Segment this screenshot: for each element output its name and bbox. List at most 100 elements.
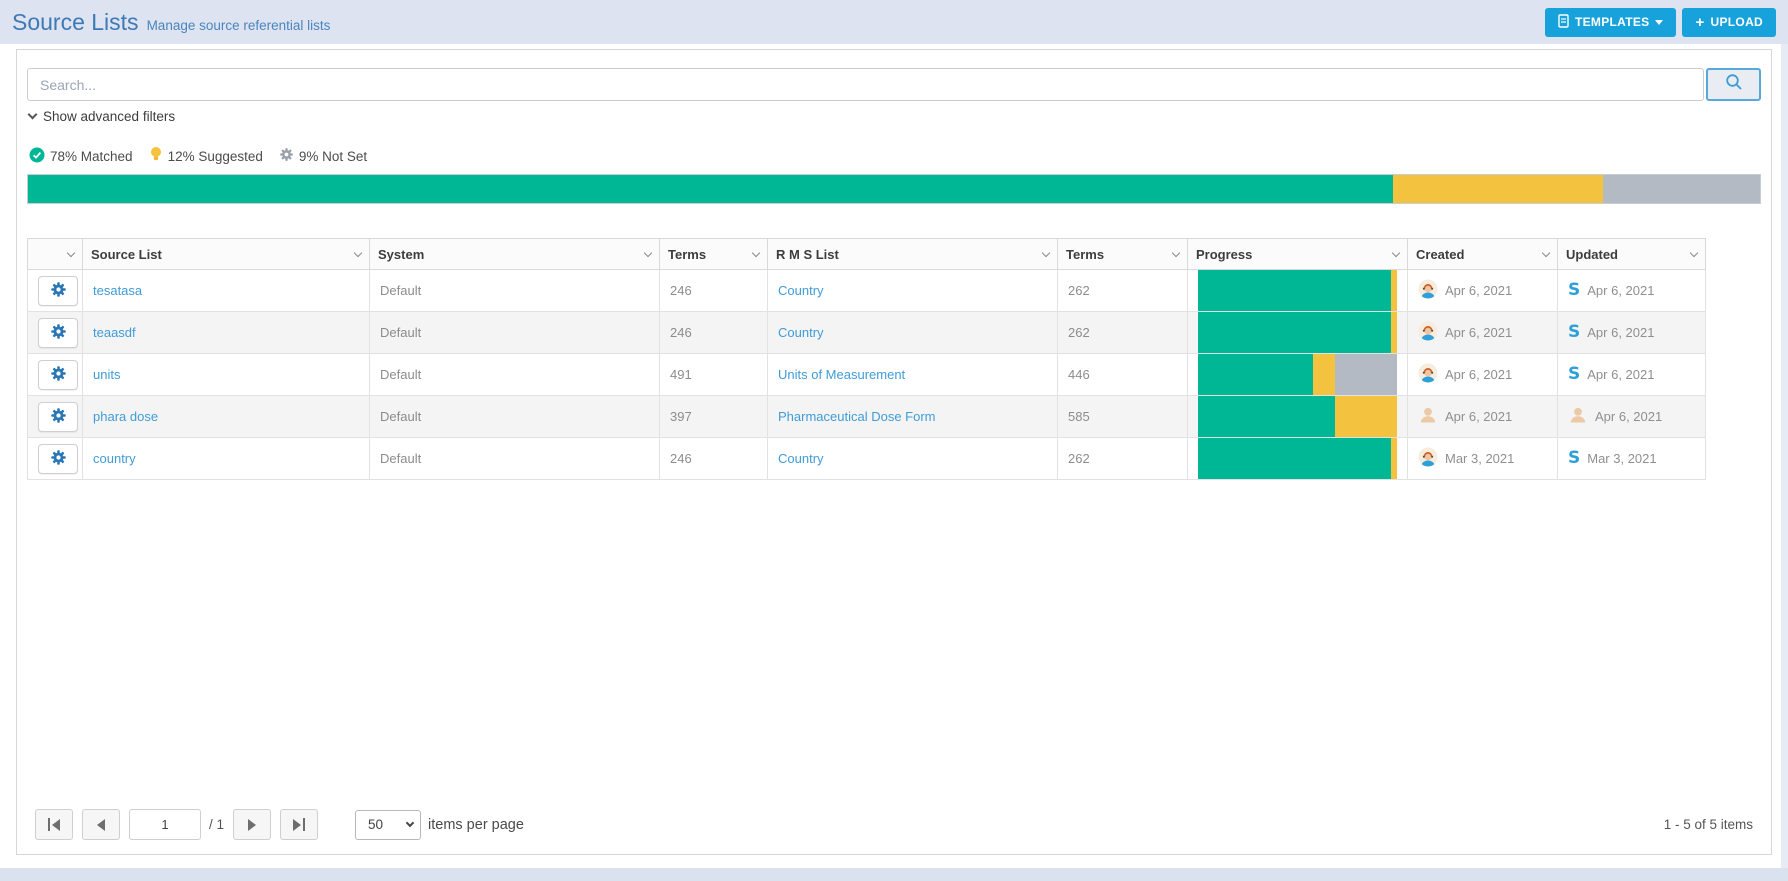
column-header-created: Created xyxy=(1408,239,1558,270)
rms-list-link[interactable]: Units of Measurement xyxy=(778,367,905,382)
updated-cell: SApr 6, 2021 xyxy=(1558,354,1706,396)
created-cell: Apr 6, 2021 xyxy=(1408,396,1558,438)
rms-terms-cell: 262 xyxy=(1058,312,1188,354)
progress-cell xyxy=(1188,396,1408,438)
advanced-filters-toggle[interactable]: Show advanced filters xyxy=(29,109,175,124)
search-input[interactable] xyxy=(27,68,1704,101)
column-menu-chevron-icon[interactable] xyxy=(1690,248,1698,256)
previous-page-icon xyxy=(97,819,105,831)
rms-terms-cell: 446 xyxy=(1058,354,1188,396)
system-cell: Default xyxy=(370,396,660,438)
column-header-label: Created xyxy=(1416,247,1464,262)
column-menu-chevron-icon[interactable] xyxy=(354,248,362,256)
source-lists-panel: Show advanced filters 78% Matched 12% Su… xyxy=(16,49,1772,855)
updated-cell: SApr 6, 2021 xyxy=(1558,312,1706,354)
rms-terms-cell: 585 xyxy=(1058,396,1188,438)
column-header-terms: Terms xyxy=(1058,239,1188,270)
row-settings-button[interactable] xyxy=(38,444,78,474)
rms-list-link[interactable]: Country xyxy=(778,325,824,340)
table-row: teaasdf Default246 Country 262 Apr 6, 2021 SA… xyxy=(28,312,1706,354)
row-settings-button[interactable] xyxy=(38,402,78,432)
templates-button-label: TEMPLATES xyxy=(1575,15,1649,29)
progress-segment-suggested xyxy=(1391,312,1397,353)
column-menu-chevron-icon[interactable] xyxy=(1172,248,1180,256)
column-menu-chevron-icon[interactable] xyxy=(644,248,652,256)
last-page-button[interactable] xyxy=(280,809,318,840)
gear-icon xyxy=(50,323,67,343)
column-header-system: System xyxy=(370,239,660,270)
source-list-link[interactable]: teaasdf xyxy=(93,325,136,340)
stat-notset: 9% Not Set xyxy=(279,147,367,165)
upload-button-label: UPLOAD xyxy=(1711,15,1763,29)
created-date: Apr 6, 2021 xyxy=(1445,325,1512,340)
column-menu-chevron-icon[interactable] xyxy=(1542,248,1550,256)
sync-icon: S xyxy=(1568,450,1580,467)
system-cell: Default xyxy=(370,438,660,480)
table-row: tesatasaDefault246Country262Apr 6, 2021S… xyxy=(28,270,1706,312)
upload-button[interactable]: + UPLOAD xyxy=(1682,8,1776,37)
sync-icon: S xyxy=(1568,324,1580,341)
source-list-link[interactable]: phara dose xyxy=(93,409,158,424)
column-menu-chevron-icon[interactable] xyxy=(752,248,760,256)
created-date: Apr 6, 2021 xyxy=(1445,283,1512,298)
next-page-icon xyxy=(248,819,256,831)
updated-date: Apr 6, 2021 xyxy=(1595,409,1662,424)
check-circle-icon xyxy=(29,147,45,166)
created-cell: Apr 6, 2021 xyxy=(1408,354,1558,396)
table-row: unitsDefault491Units of Measurement446Ap… xyxy=(28,354,1706,396)
gear-icon xyxy=(50,365,67,385)
last-page-icon xyxy=(303,818,305,831)
document-icon xyxy=(1558,14,1569,31)
search-bar xyxy=(27,68,1761,101)
row-settings-button[interactable] xyxy=(38,276,78,306)
plus-icon: + xyxy=(1695,15,1704,30)
page-number-input[interactable] xyxy=(129,809,201,840)
gear-icon xyxy=(50,407,67,427)
chevron-down-icon xyxy=(1655,20,1663,25)
user-silhouette-icon xyxy=(1418,405,1438,428)
source-list-link[interactable]: tesatasa xyxy=(93,283,142,298)
sync-icon: S xyxy=(1568,282,1580,299)
table-row: phara doseDefault397Pharmaceutical Dose … xyxy=(28,396,1706,438)
created-date: Mar 3, 2021 xyxy=(1445,451,1514,466)
next-page-button[interactable] xyxy=(233,809,271,840)
column-header-progress: Progress xyxy=(1188,239,1408,270)
gear-icon xyxy=(279,147,294,165)
row-settings-button[interactable] xyxy=(38,360,78,390)
column-menu-chevron-icon[interactable] xyxy=(67,248,75,256)
scrollbar-track[interactable] xyxy=(1781,44,1788,881)
source-list-link[interactable]: units xyxy=(93,367,120,382)
templates-button[interactable]: TEMPLATES xyxy=(1545,8,1676,37)
system-cell: Default xyxy=(370,354,660,396)
column-menu-chevron-icon[interactable] xyxy=(1042,248,1050,256)
column-menu-chevron-icon[interactable] xyxy=(1392,248,1400,256)
search-button[interactable] xyxy=(1706,68,1761,101)
created-cell: Apr 6, 2021 xyxy=(1408,270,1558,312)
page-total-label: / 1 xyxy=(209,817,224,832)
updated-date: Apr 6, 2021 xyxy=(1587,367,1654,382)
updated-cell: SMar 3, 2021 xyxy=(1558,438,1706,480)
items-range-label: 1 - 5 of 5 items xyxy=(1664,817,1753,832)
row-settings-button[interactable] xyxy=(38,318,78,348)
rms-list-link[interactable]: Country xyxy=(778,451,824,466)
previous-page-button[interactable] xyxy=(82,809,120,840)
column-header-label: Terms xyxy=(1066,247,1104,262)
rms-list-link[interactable]: Pharmaceutical Dose Form xyxy=(778,409,936,424)
user-avatar-icon xyxy=(1418,447,1438,470)
terms-cell: 246 xyxy=(660,270,768,312)
terms-cell: 246 xyxy=(660,312,768,354)
system-cell: Default xyxy=(370,312,660,354)
source-list-link[interactable]: country xyxy=(93,451,136,466)
summary-stats: 78% Matched 12% Suggested 9% Not Set xyxy=(29,146,1761,166)
column-header-actions xyxy=(28,239,83,270)
progress-segment-matched xyxy=(1198,270,1391,311)
summary-segment-suggested xyxy=(1393,175,1603,203)
progress-cell xyxy=(1188,438,1408,480)
lightbulb-icon xyxy=(149,146,163,166)
page-size-select[interactable]: 50 xyxy=(355,810,421,840)
first-page-button[interactable] xyxy=(35,809,73,840)
user-avatar-icon xyxy=(1418,321,1438,344)
stat-suggested-label: 12% Suggested xyxy=(168,149,263,164)
progress-segment-suggested xyxy=(1313,354,1335,395)
rms-list-link[interactable]: Country xyxy=(778,283,824,298)
